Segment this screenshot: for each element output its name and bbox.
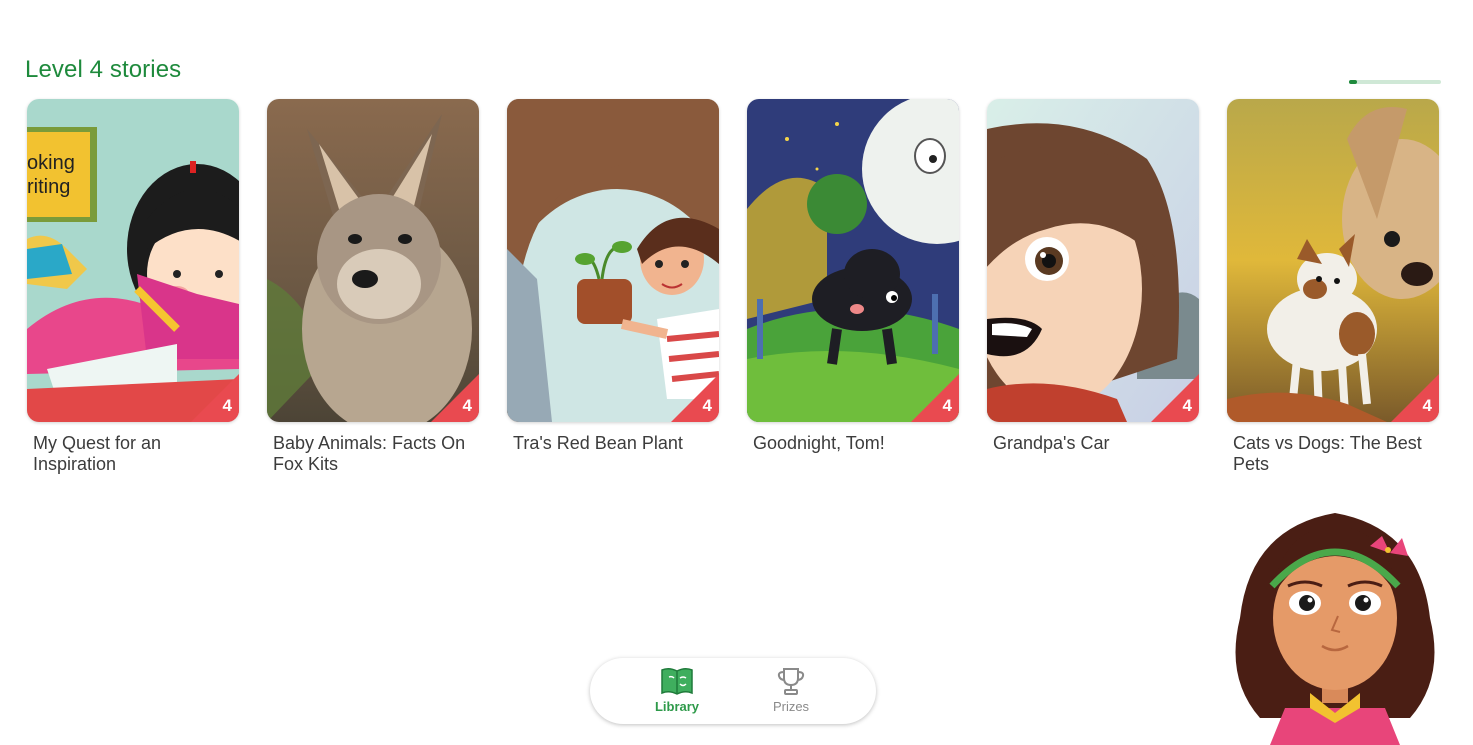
nav-prizes-tab[interactable]: Prizes [751,666,831,720]
book-title[interactable]: Baby Animals: Facts On Fox Kits [267,433,473,475]
bottom-nav: Library Prizes [590,658,876,724]
book-cover[interactable]: oking riting 4 [27,99,239,422]
book-card[interactable]: 4 Baby Animals: Facts On Fox Kits [267,99,479,475]
book-title[interactable]: Tra's Red Bean Plant [507,433,713,454]
mascot-girl-avatar[interactable] [1230,508,1440,745]
nav-library-tab[interactable]: Library [637,666,717,720]
section-title: Level 4 stories [25,56,182,83]
nav-library-label: Library [654,699,700,714]
book-title[interactable]: My Quest for an Inspiration [27,433,233,475]
book-cover[interactable]: 4 [1227,99,1439,422]
level-badge-number: 4 [1182,396,1192,415]
book-card[interactable]: 4 Cats vs Dogs: The Best Pets [1227,99,1439,475]
trophy-icon [777,668,805,695]
level-badge-number: 4 [462,396,472,415]
book-cover[interactable]: 4 [747,99,959,422]
book-card[interactable]: 4 Grandpa's Car [987,99,1199,454]
level-badge-number: 4 [222,396,232,415]
cover-sign-line2: riting [27,176,70,198]
book-icon [661,667,693,695]
app-root: Level 4 stories oking riting 4 My Quest … [0,0,1473,745]
book-title[interactable]: Grandpa's Car [987,433,1193,454]
cover-sign-line1: oking [27,152,75,174]
level-badge-number: 4 [1422,396,1432,415]
book-card[interactable]: 4 Goodnight, Tom! [747,99,959,454]
book-card[interactable]: 4 Tra's Red Bean Plant [507,99,719,454]
level-badge-number: 4 [942,396,952,415]
book-shelf: oking riting 4 My Quest for an Inspirati… [27,99,1447,499]
book-cover[interactable]: 4 [507,99,719,422]
book-card[interactable]: oking riting 4 My Quest for an Inspirati… [27,99,239,475]
book-title[interactable]: Goodnight, Tom! [747,433,953,454]
nav-prizes-label: Prizes [772,699,810,714]
shelf-scroll-indicator[interactable] [1349,80,1441,84]
book-title[interactable]: Cats vs Dogs: The Best Pets [1227,433,1433,475]
book-cover[interactable]: 4 [267,99,479,422]
book-cover[interactable]: 4 [987,99,1199,422]
level-badge-number: 4 [702,396,712,415]
shelf-scroll-thumb[interactable] [1349,80,1357,84]
